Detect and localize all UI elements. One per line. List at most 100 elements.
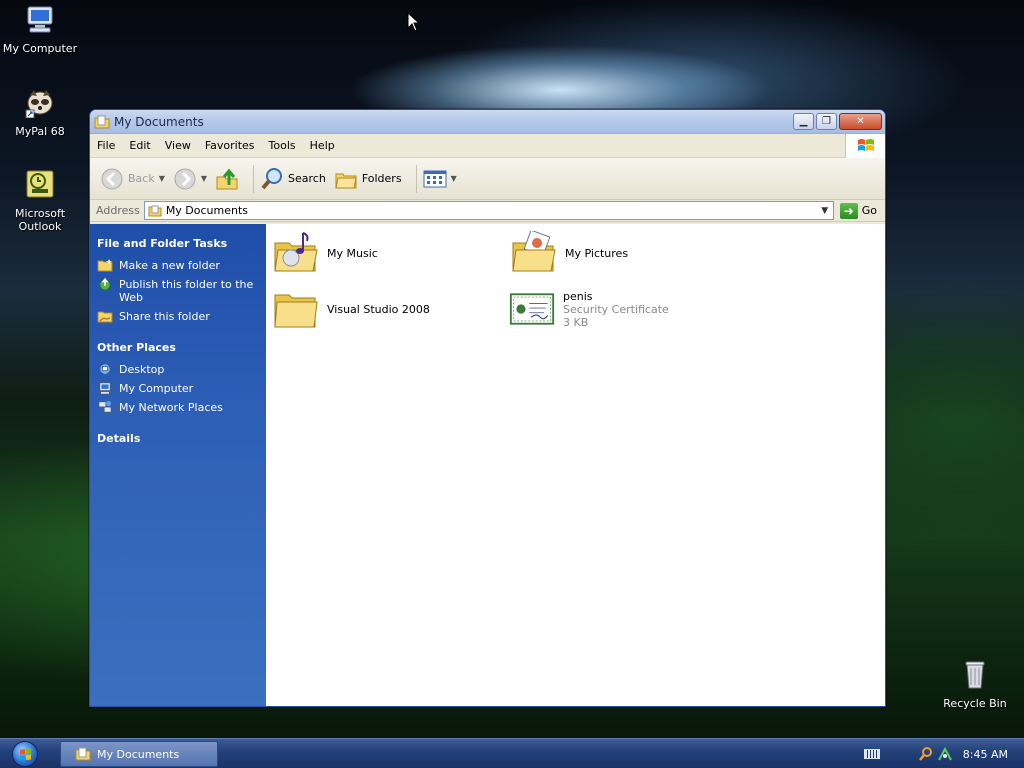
desktop-link[interactable]: Desktop: [97, 363, 266, 376]
menu-file[interactable]: File: [90, 134, 122, 158]
desktop-icon-label: My Computer: [2, 42, 78, 55]
forward-arrow-icon: [174, 168, 196, 189]
search-tray-icon[interactable]: [918, 746, 934, 762]
item-type: Security Certificate: [563, 302, 669, 316]
minimize-button[interactable]: ▁: [793, 113, 814, 130]
desktop-icon-mypal[interactable]: MyPal 68: [0, 86, 82, 138]
folders-button[interactable]: Folders: [334, 167, 402, 191]
up-folder-icon: [216, 168, 238, 189]
outlook-icon: [26, 170, 54, 198]
folder-icon: [148, 205, 162, 216]
share-folder-link[interactable]: Share this folder: [97, 310, 266, 323]
forward-dropdown-icon[interactable]: ▼: [201, 174, 207, 183]
forward-button[interactable]: ▼: [173, 167, 207, 191]
title-bar[interactable]: My Documents ▁ ❐ ✕: [90, 110, 885, 134]
close-icon: ✕: [856, 116, 865, 127]
item-size: 3 KB: [563, 315, 589, 329]
folder-item-visual-studio[interactable]: Visual Studio 2008: [273, 287, 430, 331]
explorer-window[interactable]: My Documents ▁ ❐ ✕ File Edit View Favori…: [89, 109, 886, 707]
network-tray-icon[interactable]: [937, 746, 953, 762]
mouse-cursor-icon: [407, 12, 421, 32]
music-folder-icon: [274, 232, 318, 272]
address-value: My Documents: [165, 204, 249, 217]
desktop-icon-recycle-bin[interactable]: Recycle Bin: [933, 658, 1017, 710]
place-link-label: Desktop: [119, 363, 165, 376]
my-network-places-link[interactable]: My Network Places: [97, 400, 266, 414]
search-icon: [261, 167, 283, 189]
toolbar-separator: [415, 164, 417, 193]
make-new-folder-link[interactable]: Make a new folder: [97, 259, 266, 272]
views-dropdown-icon[interactable]: ▼: [451, 174, 457, 183]
desktop-icon-label: Microsoft Outlook: [14, 207, 66, 233]
back-label: Back: [128, 172, 155, 185]
task-link-label: Publish this folder to the Web: [119, 278, 254, 304]
menu-tools[interactable]: Tools: [262, 134, 303, 158]
taskbar-item-my-documents[interactable]: My Documents: [60, 741, 218, 767]
folders-icon: [335, 173, 357, 188]
views-button[interactable]: ▼: [423, 169, 457, 189]
up-folder-button[interactable]: [215, 167, 239, 191]
back-arrow-icon: [101, 168, 123, 189]
system-tray: 8:45 AM: [863, 739, 1024, 768]
window-title: My Documents: [114, 114, 204, 129]
item-name: penis: [563, 289, 593, 303]
task-group-title[interactable]: Other Places: [97, 341, 266, 354]
publish-folder-link[interactable]: Publish this folder to the Web: [97, 277, 266, 304]
menu-help[interactable]: Help: [303, 134, 342, 158]
task-link-label: Share this folder: [119, 310, 210, 323]
clock[interactable]: 8:45 AM: [963, 748, 1008, 761]
task-pane: File and Folder Tasks Make a new folder …: [90, 224, 266, 706]
publish-web-icon: [99, 277, 111, 291]
menu-edit[interactable]: Edit: [122, 134, 157, 158]
recycle-bin-icon: [965, 661, 985, 689]
address-bar: Address My Documents ▼ ➜ Go: [90, 200, 885, 222]
address-dropdown-icon[interactable]: ▼: [817, 202, 833, 219]
window-body: File and Folder Tasks Make a new folder …: [90, 224, 885, 706]
folder-icon: [274, 294, 318, 328]
folder-item-my-music[interactable]: My Music: [273, 231, 378, 275]
task-link-label: Make a new folder: [119, 259, 220, 272]
address-label: Address: [96, 204, 140, 217]
desktop-icon-label: Recycle Bin: [943, 697, 1007, 710]
pictures-folder-icon: [512, 231, 556, 272]
menu-view[interactable]: View: [158, 134, 198, 158]
back-button[interactable]: Back ▼: [100, 167, 165, 191]
keyboard-icon[interactable]: [863, 749, 880, 759]
go-arrow-icon: ➜: [839, 202, 858, 219]
task-group-title[interactable]: File and Folder Tasks: [97, 237, 266, 250]
search-label: Search: [288, 172, 326, 185]
desktop-icon-outlook[interactable]: Microsoft Outlook: [0, 168, 82, 233]
back-dropdown-icon[interactable]: ▼: [159, 174, 165, 183]
computer-icon: [99, 382, 111, 395]
folder-icon: [75, 747, 91, 761]
restore-icon: ❐: [822, 116, 831, 127]
minimize-icon: ▁: [799, 116, 808, 127]
details-group: Details: [97, 432, 266, 445]
taskbar-item-label: My Documents: [97, 747, 180, 761]
start-button[interactable]: [12, 741, 38, 767]
address-input[interactable]: My Documents ▼: [143, 201, 834, 220]
maximize-button[interactable]: ❐: [816, 113, 837, 130]
menu-favorites[interactable]: Favorites: [198, 134, 262, 158]
folder-icon: [94, 115, 110, 128]
folders-label: Folders: [361, 172, 402, 185]
task-group-title[interactable]: Details: [97, 432, 266, 445]
mypal-browser-icon: [25, 90, 53, 119]
certificate-icon: [509, 293, 555, 325]
search-button[interactable]: Search: [260, 167, 326, 191]
desktop-icon-label: MyPal 68: [15, 125, 65, 138]
go-label: Go: [861, 204, 877, 217]
share-folder-icon: [97, 311, 113, 323]
file-item-certificate[interactable]: penis Security Certificate 3 KB: [509, 287, 669, 331]
close-button[interactable]: ✕: [839, 113, 882, 130]
item-name: My Pictures: [565, 246, 629, 260]
folder-item-my-pictures[interactable]: My Pictures: [511, 231, 628, 275]
toolbar: Back ▼ ▼ Search Folders ▼: [90, 158, 885, 200]
desktop-icon-my-computer[interactable]: My Computer: [0, 3, 82, 55]
my-computer-link[interactable]: My Computer: [97, 382, 266, 395]
network-icon: [98, 400, 112, 413]
other-places: Other Places Desktop My Computer My Netw…: [97, 341, 266, 414]
go-button[interactable]: ➜ Go: [834, 202, 885, 219]
taskbar: My Documents 8:45 AM: [0, 738, 1024, 768]
file-view[interactable]: My Music My Pictures Visual Studio 2008: [266, 224, 885, 706]
